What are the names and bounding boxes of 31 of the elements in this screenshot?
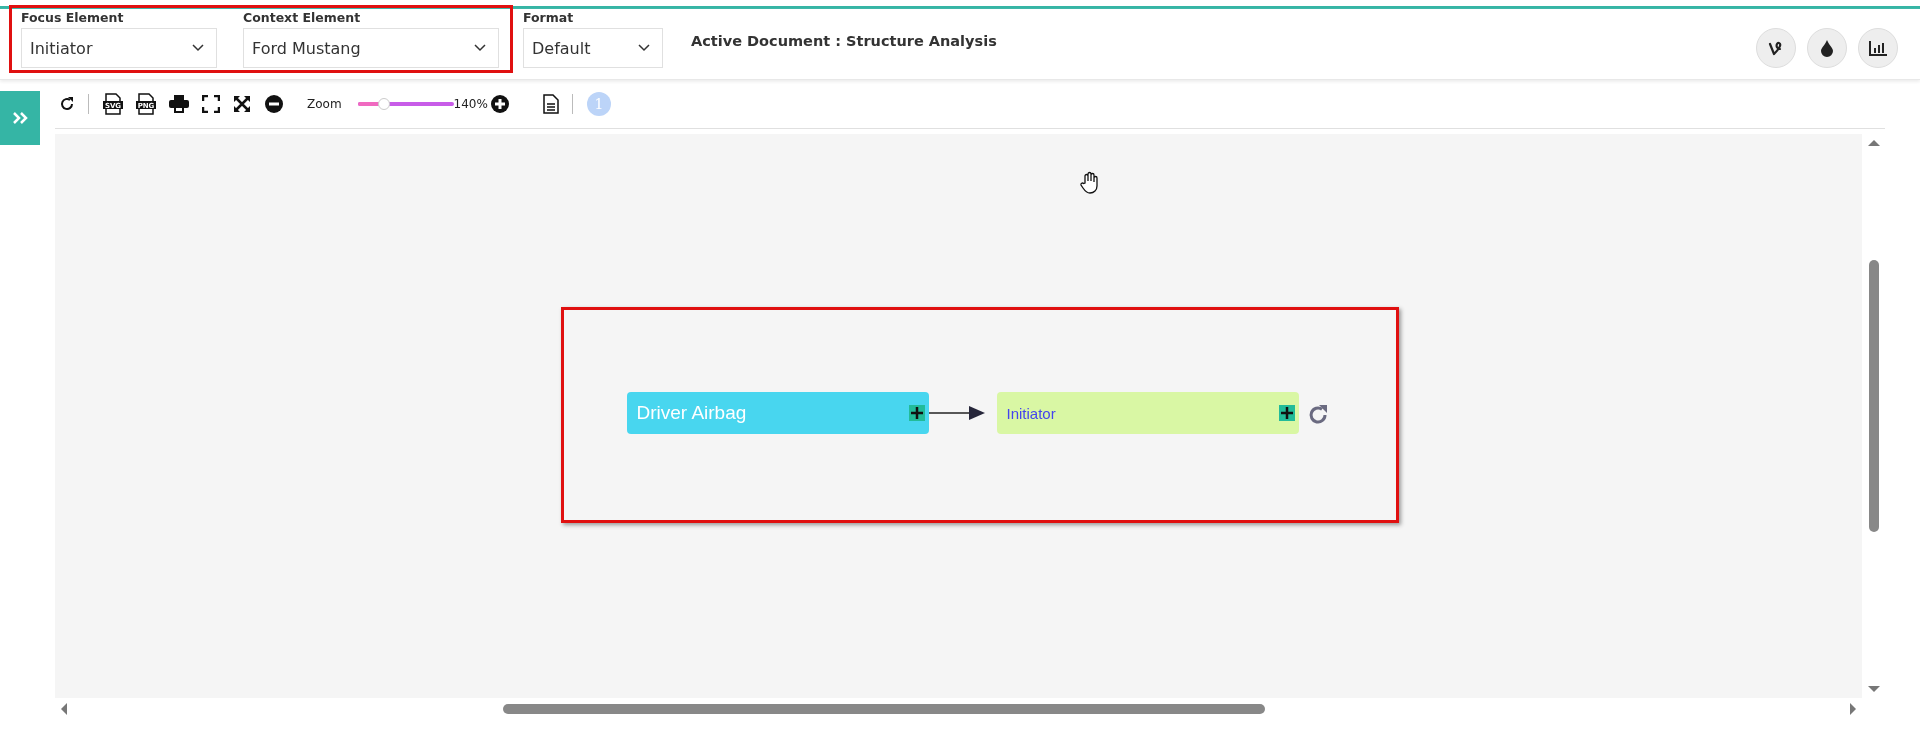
fullscreen-icon[interactable] — [202, 95, 220, 113]
chevron-down-icon — [192, 44, 204, 52]
diagram-canvas[interactable]: Driver Airbag Initiator — [55, 134, 1862, 698]
dropdown[interactable]: Default — [523, 28, 663, 68]
dropdown[interactable]: Initiator — [21, 28, 217, 68]
refresh-icon[interactable] — [59, 96, 75, 112]
double-chevron-right-icon — [12, 111, 28, 125]
zoom-label: Zoom — [307, 97, 342, 111]
field-label: Format — [523, 9, 575, 27]
vine-logo-button[interactable] — [1756, 28, 1796, 68]
zoom-reading: 140% — [453, 97, 488, 111]
plus-icon[interactable] — [1278, 405, 1295, 421]
diagram-node[interactable]: Initiator — [996, 392, 1299, 434]
drop-icon — [1819, 39, 1835, 57]
zoom-in-icon[interactable] — [489, 94, 510, 114]
plus-icon[interactable] — [908, 405, 925, 421]
expand-arrows-icon[interactable] — [233, 95, 251, 113]
zoom-out-icon[interactable] — [264, 94, 284, 114]
document-icon[interactable] — [542, 94, 559, 114]
drop-icon-button[interactable] — [1807, 28, 1847, 68]
connector-arrow — [928, 405, 985, 421]
count-badge: 1 — [586, 92, 611, 116]
field-label: Focus Element — [21, 9, 125, 27]
field-label: Context Element — [243, 9, 362, 27]
active-document-title: Active Document : Structure Analysis — [691, 33, 997, 49]
print-icon[interactable] — [169, 95, 189, 113]
chart-button[interactable] — [1858, 28, 1898, 68]
bar-chart-icon — [1868, 39, 1888, 57]
chevron-down-icon — [474, 44, 486, 52]
chevron-down-icon — [638, 44, 650, 52]
dropdown[interactable]: Ford Mustang — [243, 28, 499, 68]
